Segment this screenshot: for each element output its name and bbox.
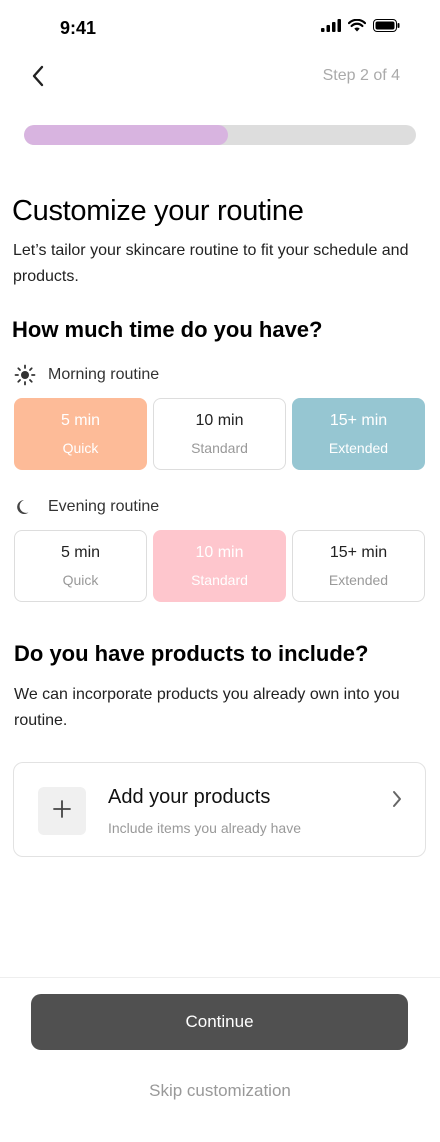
evening-routine-header: Evening routine [14, 495, 159, 519]
evening-option-15min[interactable]: 15+ min Extended [292, 530, 425, 602]
add-products-card[interactable]: Add your products Include items you alre… [13, 762, 426, 857]
moon-icon [14, 496, 36, 518]
step-indicator: Step 2 of 4 [322, 67, 400, 84]
option-subtitle: Quick [62, 572, 99, 588]
status-bar: 9:41 [0, 0, 440, 56]
option-time: 10 min [195, 412, 244, 429]
option-time: 15+ min [329, 412, 388, 429]
morning-routine-label: Morning routine [48, 366, 160, 383]
option-time: 5 min [60, 544, 101, 561]
footer: Continue Skip customization [0, 977, 440, 1142]
time-section-title: How much time do you have? [12, 317, 323, 342]
status-time: 9:41 [60, 18, 97, 38]
option-time: 5 min [60, 412, 101, 429]
wifi-icon [347, 18, 367, 37]
morning-option-15min[interactable]: 15+ min Extended [292, 398, 425, 470]
intro-text: Let’s tailor your skincare routine to fi… [13, 242, 409, 285]
evening-options: 5 min Quick 10 min Standard 15+ min Exte… [14, 530, 425, 602]
battery-icon [373, 19, 400, 37]
evening-option-5min[interactable]: 5 min Quick [14, 530, 147, 602]
page-title: Customize your routine [12, 195, 304, 227]
progress-bar [24, 125, 416, 145]
option-subtitle: Extended [328, 572, 389, 588]
continue-button[interactable]: Continue [31, 994, 408, 1050]
products-section-title: Do you have products to include? [14, 641, 369, 666]
evening-routine-label: Evening routine [48, 498, 160, 515]
add-products-title: Add your products [108, 786, 271, 808]
morning-option-5min[interactable]: 5 min Quick [14, 398, 147, 470]
plus-icon [53, 799, 71, 823]
morning-options: 5 min Quick 10 min Standard 15+ min Exte… [14, 398, 425, 470]
option-time: 15+ min [329, 544, 388, 561]
option-subtitle: Standard [191, 440, 248, 456]
add-products-subtitle: Include items you already have [108, 820, 301, 836]
chevron-left-icon [31, 65, 45, 92]
add-products-icon-box [38, 787, 86, 835]
status-icons [321, 18, 400, 37]
chevron-right-icon [387, 789, 407, 809]
products-section-text: We can incorporate products you already … [14, 686, 400, 729]
back-button[interactable] [24, 64, 52, 92]
option-subtitle: Standard [191, 572, 248, 588]
morning-option-10min[interactable]: 10 min Standard [153, 398, 286, 470]
sun-icon [14, 364, 36, 386]
morning-routine-header: Morning routine [14, 363, 159, 387]
option-subtitle: Extended [328, 440, 389, 456]
option-subtitle: Quick [62, 440, 99, 456]
cellular-signal-icon [321, 19, 341, 37]
skip-customization-link[interactable]: Skip customization [0, 1081, 440, 1101]
evening-option-10min[interactable]: 10 min Standard [153, 530, 286, 602]
top-nav: Step 2 of 4 [0, 56, 440, 96]
option-time: 10 min [195, 544, 244, 561]
progress-fill [24, 125, 228, 145]
